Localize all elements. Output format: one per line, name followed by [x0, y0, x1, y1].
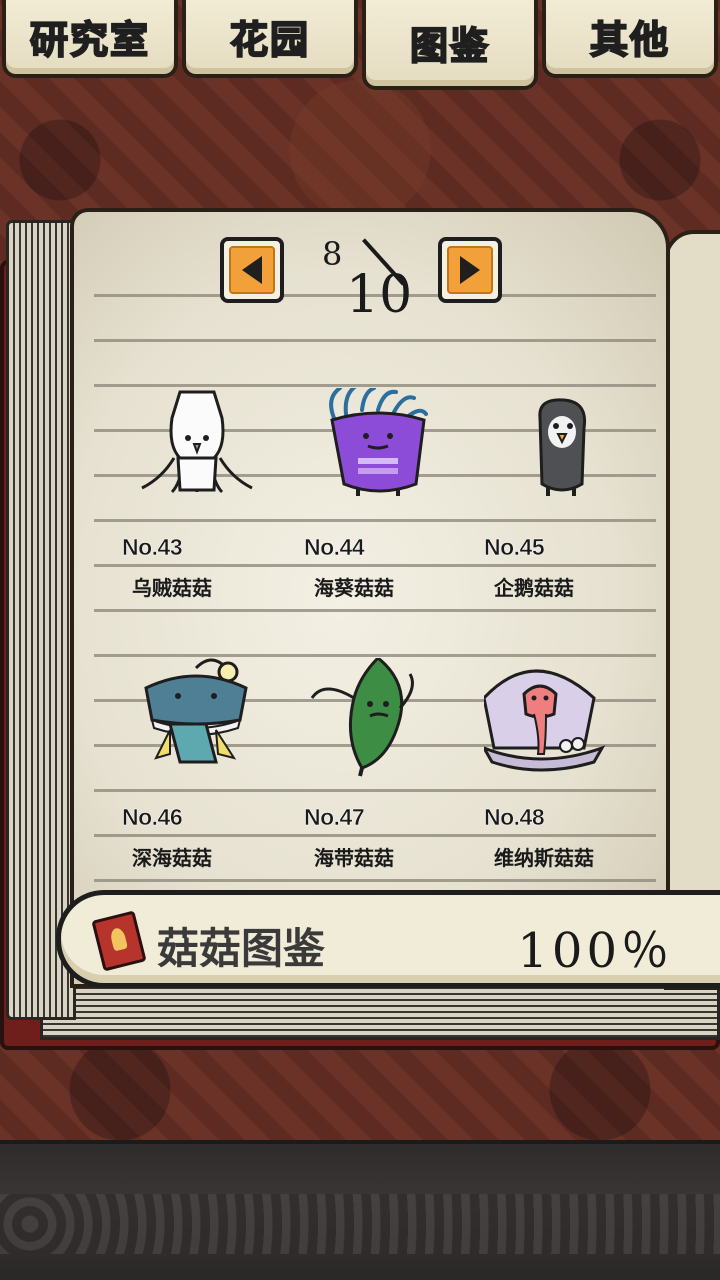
completion-bar: 菇菇图鉴 100％ [56, 890, 720, 988]
entry-card[interactable]: No.44 海葵菇菇 [304, 388, 454, 638]
entry-number: No.44 [304, 534, 365, 561]
tab-garden[interactable]: 花园 [182, 0, 358, 78]
entry-number: No.46 [122, 804, 183, 831]
book-page-edges [40, 980, 720, 1040]
entry-name: 维纳斯菇菇 [494, 846, 594, 870]
entry-card[interactable]: No.48 维纳斯菇菇 [484, 658, 634, 908]
kelp-mushroom-icon [310, 658, 414, 777]
squid-mushroom-icon [141, 390, 253, 494]
completion-percent: 100％ [517, 923, 673, 979]
tab-other[interactable]: 其他 [542, 0, 718, 78]
prev-page-button[interactable] [220, 237, 284, 303]
next-page-button[interactable] [438, 237, 502, 303]
bottom-decor-bar [0, 1140, 720, 1280]
entry-name: 海葵菇菇 [314, 576, 394, 600]
entry-name: 深海菇菇 [132, 846, 212, 870]
entry-number: No.45 [484, 534, 545, 561]
arrow-right-icon [460, 256, 480, 284]
entry-name: 企鹅菇菇 [494, 576, 574, 600]
tab-other-label: 其他 [589, 17, 670, 63]
anglerfish-mushroom-icon [144, 658, 248, 764]
top-tab-bar: 研究室 花园 图鉴 其他 [0, 0, 720, 90]
tab-encyclopedia[interactable]: 图鉴 [362, 0, 538, 90]
current-page: 8 [322, 235, 343, 273]
entry-number: No.48 [484, 804, 545, 831]
entry-card[interactable]: No.43 乌贼菇菇 [122, 388, 272, 638]
book-page-stack [6, 220, 76, 1020]
entry-number: No.47 [304, 804, 365, 831]
entry-card[interactable]: No.47 海带菇菇 [304, 658, 454, 908]
anemone-mushroom-icon [329, 388, 428, 496]
entry-number: No.43 [122, 534, 183, 561]
completion-title: 菇菇图鉴 [157, 924, 326, 973]
arrow-left-icon [242, 256, 262, 284]
tab-garden-label: 花园 [229, 17, 310, 63]
entry-name: 海带菇菇 [314, 846, 394, 870]
bottom-pattern [0, 1194, 720, 1254]
total-pages: 10 [346, 265, 413, 325]
entry-card[interactable]: No.45 企鹅菇菇 [484, 388, 634, 638]
tab-encyclopedia-label: 图鉴 [409, 23, 490, 69]
venus-shell-mushroom-icon [484, 669, 606, 772]
entry-card[interactable]: No.46 深海菇菇 [122, 658, 272, 908]
encyclopedia-book-icon [91, 910, 147, 972]
book-right-page [664, 230, 720, 990]
tab-lab[interactable]: 研究室 [2, 0, 178, 78]
page-indicator: 8 10 [310, 235, 420, 325]
entry-name: 乌贼菇菇 [132, 576, 212, 600]
penguin-mushroom-icon [538, 398, 587, 496]
tab-lab-label: 研究室 [29, 17, 150, 63]
